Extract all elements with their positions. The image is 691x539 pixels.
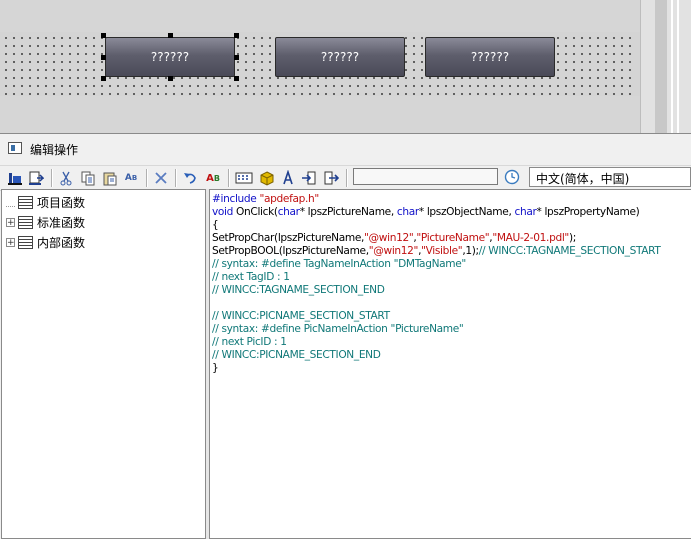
code-token: {	[212, 219, 219, 231]
selection-handle[interactable]	[234, 76, 239, 81]
code-token: "apdefap.h"	[259, 193, 319, 205]
export-icon[interactable]	[27, 169, 45, 187]
code-token: * lpszPictureName,	[299, 206, 397, 218]
selection-handle[interactable]	[168, 33, 173, 38]
canvas-button-label: ??????	[320, 50, 360, 64]
tree-item-label: 内部函数	[37, 235, 86, 250]
expand-icon[interactable]: +	[6, 217, 15, 227]
toolbar-separator	[175, 169, 177, 187]
code-token: * lpszPropertyName)	[536, 206, 640, 218]
code-token: OnClick(	[233, 206, 278, 218]
tree-item-label: 标准函数	[37, 215, 86, 230]
tree-connector	[6, 197, 15, 207]
scrollbar-line	[677, 0, 679, 133]
code-token: "MAU-2-01.pdl"	[492, 232, 569, 244]
export-arrow-icon[interactable]	[322, 169, 340, 187]
code-editor[interactable]: #include "apdefap.h" void OnClick(char* …	[209, 189, 691, 539]
code-token: SetPropBOOL(lpszPictureName,	[212, 245, 369, 257]
code-token: * lpszObjectName,	[418, 206, 515, 218]
code-line: // WINCC:TAGNAME_SECTION_END	[212, 284, 385, 296]
canvas-button-2[interactable]: ??????	[275, 37, 405, 77]
code-line: // syntax: #define PicNameInAction "Pict…	[212, 323, 464, 335]
code-line: // WINCC:PICNAME_SECTION_START	[212, 310, 390, 322]
toolbar-separator	[51, 169, 53, 187]
code-line: {	[212, 219, 219, 232]
editor-window-icon	[8, 142, 22, 154]
delete-icon[interactable]	[152, 169, 170, 187]
code-token: char	[277, 206, 300, 218]
code-token: "@win12"	[368, 245, 419, 257]
canvas-button-3[interactable]: ??????	[425, 37, 555, 77]
code-line: // syntax: #define TagNameInAction "DMTa…	[212, 258, 466, 270]
code-line: // next TagID : 1	[212, 271, 290, 283]
code-token: void	[212, 206, 234, 218]
code-token: // WINCC:TAGNAME_SECTION_START	[478, 245, 661, 257]
clock-icon[interactable]	[503, 168, 521, 186]
copy-icon[interactable]	[79, 169, 97, 187]
code-line: void OnClick(char* lpszPictureName, char…	[212, 206, 640, 219]
tree-item-standard-functions[interactable]: + 标准函数	[6, 213, 85, 231]
code-token: "Visible"	[421, 245, 463, 257]
canvas-button-1[interactable]: ??????	[105, 37, 235, 77]
canvas-button-label: ??????	[150, 50, 190, 64]
editor-toolbar: AB AB 中文(简体，中国)	[0, 165, 691, 191]
toolbar-separator	[146, 169, 148, 187]
window-title: 编辑操作	[30, 143, 79, 157]
canvas-button-label: ??????	[470, 50, 510, 64]
tree-item-project-functions[interactable]: 项目函数	[6, 193, 85, 211]
import-icon[interactable]	[300, 169, 318, 187]
replace-icon[interactable]: AB	[122, 169, 140, 187]
code-line: // WINCC:PICNAME_SECTION_END	[212, 349, 381, 361]
object-icon[interactable]	[258, 169, 276, 187]
scrollbar-track[interactable]	[655, 0, 667, 133]
code-token: "@win12"	[364, 232, 414, 244]
cut-icon[interactable]	[57, 169, 75, 187]
folder-icon	[18, 215, 33, 229]
code-token: ,1);	[462, 245, 479, 257]
canvas-background-bottom	[0, 96, 640, 133]
code-line: SetPropChar(lpszPictureName,"@win12","Pi…	[212, 232, 576, 245]
canvas-vertical-scrollbar[interactable]	[640, 0, 691, 133]
code-line: }	[212, 362, 219, 374]
undo-icon[interactable]	[181, 169, 199, 187]
designer-canvas: ?????? ?????? ??????	[0, 0, 691, 133]
function-tree: 项目函数 + 标准函数 + 内部函数	[1, 189, 206, 539]
code-line: #include "apdefap.h"	[212, 193, 319, 206]
code-line: SetPropBOOL(lpszPictureName,"@win12","Vi…	[212, 245, 661, 258]
selection-handle[interactable]	[234, 33, 239, 38]
spell-icon[interactable]: AB	[204, 169, 222, 187]
language-selector[interactable]: 中文(简体，中国)	[529, 167, 691, 187]
edit-action-window: 编辑操作 AB AB 中文(简体，中国) 项目函数 + 标准函数 + 内部函数 …	[0, 133, 691, 539]
paste-icon[interactable]	[101, 169, 119, 187]
expand-icon[interactable]: +	[6, 237, 15, 247]
selection-handle[interactable]	[101, 33, 106, 38]
code-token: SetPropChar(lpszPictureName,	[212, 232, 365, 244]
code-line: // next PicID : 1	[212, 336, 287, 348]
folder-icon	[18, 235, 33, 249]
selection-handle[interactable]	[101, 55, 106, 60]
code-token: "PictureName"	[416, 232, 490, 244]
code-token: #include	[212, 193, 260, 205]
code-token: );	[568, 232, 576, 244]
canvas-background-top	[0, 0, 640, 32]
selection-handle[interactable]	[234, 55, 239, 60]
tree-item-label: 项目函数	[37, 195, 86, 210]
function-icon[interactable]	[279, 169, 297, 187]
code-token: char	[514, 206, 537, 218]
code-token: char	[396, 206, 419, 218]
folder-icon	[18, 195, 33, 209]
window-titlebar[interactable]: 编辑操作	[0, 134, 691, 163]
compile-icon[interactable]	[6, 169, 24, 187]
scrollbar-line	[671, 0, 673, 133]
selection-handle[interactable]	[168, 76, 173, 81]
selection-handle[interactable]	[101, 76, 106, 81]
tree-item-internal-functions[interactable]: + 内部函数	[6, 233, 85, 251]
toolbar-separator	[228, 169, 230, 187]
tag-icon[interactable]	[235, 169, 253, 187]
toolbar-text-field[interactable]	[353, 168, 498, 185]
toolbar-separator	[346, 169, 348, 187]
